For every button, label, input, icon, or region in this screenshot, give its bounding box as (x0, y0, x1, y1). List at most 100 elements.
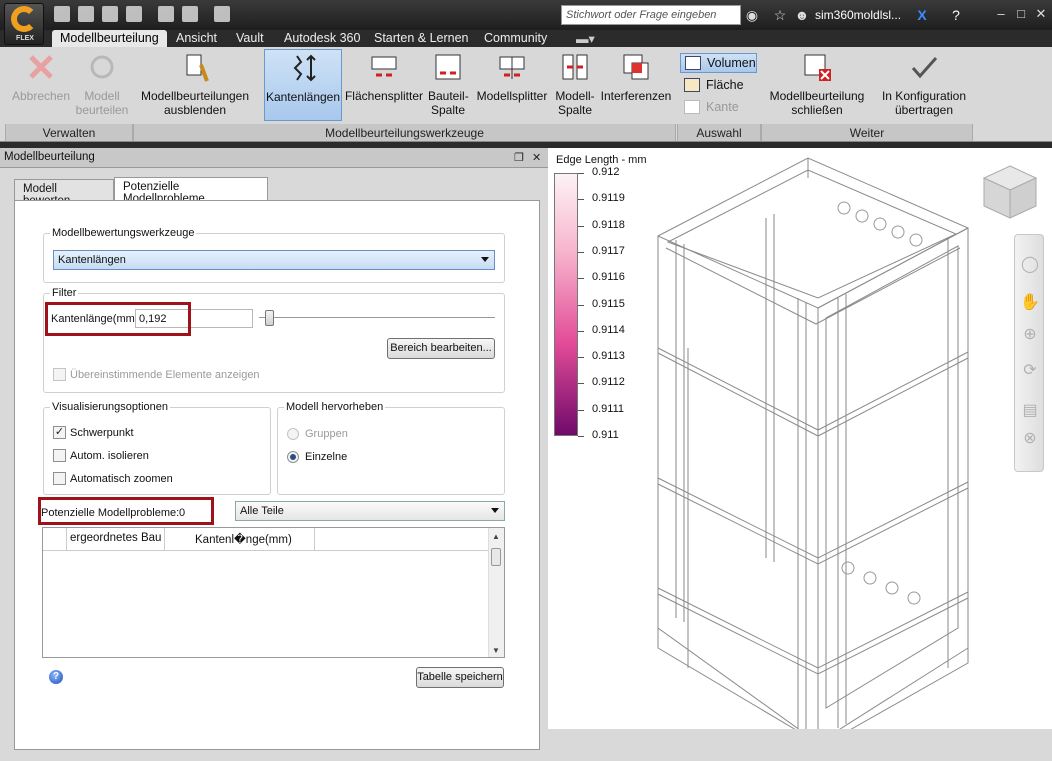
color-scale-label: 0.9118 (592, 218, 625, 231)
close-icon[interactable]: ✕ (1032, 6, 1050, 22)
einzelne-radio[interactable] (287, 451, 299, 463)
tab-autodesk-360[interactable]: Autodesk 360 (276, 30, 368, 47)
face-icon (684, 78, 700, 92)
ausblenden-button[interactable]: Modellbeurteilungen ausblenden (136, 49, 254, 121)
color-scale-label: 0.9112 (592, 376, 625, 389)
schliessen-button[interactable]: Modellbeurteilung schließen (763, 49, 871, 121)
abbrechen-label: Abbrechen (11, 89, 71, 103)
panel-close-icon[interactable]: ✕ (532, 151, 541, 164)
kantenlaengen-button[interactable]: Kantenlängen (264, 49, 342, 121)
tab-starten-lernen[interactable]: Starten & Lernen (366, 30, 477, 47)
layout-icon[interactable] (214, 6, 230, 22)
save-icon[interactable] (102, 6, 118, 22)
group-verwalten: Abbrechen Modell beurteilen Verwalten (5, 47, 133, 141)
scroll-up-icon[interactable]: ▲ (492, 532, 500, 541)
orbit-icon[interactable]: ⟳ (1020, 361, 1040, 381)
color-scale-bar (554, 173, 578, 436)
tab-ansicht[interactable]: Ansicht (168, 30, 225, 47)
tabelle-speichern-button[interactable]: Tabelle speichern (416, 667, 504, 688)
modell-spalte-button[interactable]: Modell- Spalte (553, 49, 597, 121)
help-icon[interactable]: ? (948, 7, 964, 23)
ausblenden-label-1: Modellbeurteilungen (140, 89, 250, 103)
volumen-label: Volumen (707, 56, 756, 70)
autom-isolieren-checkbox[interactable] (53, 449, 66, 462)
float-panel-icon[interactable]: ❐ (514, 151, 524, 164)
user-name[interactable]: sim360moldlsl... (815, 8, 901, 22)
zoom-icon[interactable]: ⊕ (1020, 325, 1040, 345)
graphics-viewport[interactable]: Edge Length - mm 0.912 0.9119 0.9118 0.9117… (548, 148, 1052, 761)
modell-spalte-label-2: Spalte (557, 103, 593, 117)
color-scale-label: 0.9119 (592, 192, 625, 205)
group-weiter: Modellbeurteilung schließen In Konfigura… (761, 47, 973, 141)
abbrechen-button[interactable]: Abbrechen (7, 49, 75, 121)
part-gap-icon (435, 54, 461, 80)
einzelne-label: Einzelne (305, 451, 348, 463)
search-input[interactable]: Stichwort oder Frage eingeben (561, 5, 741, 25)
modell-beurteilen-label-1: Modell (84, 89, 120, 103)
table-header-edge-length[interactable]: Kantenl�nge(mm) (165, 528, 315, 550)
tab-vault[interactable]: Vault (228, 30, 272, 47)
filter-slider-track[interactable] (259, 317, 495, 319)
tool-select[interactable]: Kantenlängen (53, 250, 495, 270)
ribbon-options-icon[interactable]: ▬▾ (568, 30, 603, 47)
table-header-parent[interactable]: ergeordnetes Bau (67, 528, 165, 550)
exchange-icon[interactable]: X (914, 7, 930, 23)
konfiguration-label-2: übertragen (894, 103, 954, 117)
automatisch-zoomen-checkbox[interactable] (53, 472, 66, 485)
kantenlaengen-label: Kantenlängen (265, 90, 341, 104)
application-menu-button[interactable]: FLEX (4, 3, 44, 45)
flaeche-button[interactable]: Fläche (680, 76, 757, 96)
filter-legend: Filter (50, 287, 79, 299)
steering-wheel-icon[interactable]: ◯ (1020, 255, 1040, 275)
kante-button[interactable]: Kante (680, 98, 757, 118)
tab-modell-bewerten[interactable]: Modell bewerten (14, 179, 114, 207)
bereich-bearbeiten-button[interactable]: Bereich bearbeiten... (387, 338, 495, 359)
maximize-icon[interactable]: □ (1012, 6, 1030, 21)
modell-beurteilen-button[interactable]: Modell beurteilen (71, 49, 133, 121)
binoculars-icon[interactable]: ◉ (744, 7, 760, 23)
help-icon[interactable]: ? (49, 670, 63, 684)
look-at-icon[interactable]: ▤ (1020, 401, 1040, 421)
interferenzen-button[interactable]: Interferenzen (599, 49, 673, 121)
color-scale-tick (578, 251, 584, 253)
problems-highlight-box (38, 497, 214, 525)
legend-title: Edge Length - mm (556, 154, 647, 166)
schwerpunkt-checkbox[interactable]: ✓ (53, 426, 66, 439)
favorites-icon[interactable]: ☆ (772, 7, 788, 23)
parts-filter-select[interactable]: Alle Teile (235, 501, 505, 521)
open-icon[interactable] (78, 6, 94, 22)
color-scale-label: 0.911 (592, 429, 619, 441)
minimize-icon[interactable]: – (992, 6, 1010, 21)
model-wireframe[interactable] (648, 148, 988, 748)
matching-checkbox[interactable] (53, 368, 66, 381)
nav-close-icon[interactable]: ⊗ (1020, 429, 1040, 449)
table-scroll-thumb[interactable] (491, 548, 501, 566)
problems-table[interactable]: ergeordnetes Bau Kantenl�nge(mm) ▲ ▼ (42, 527, 505, 658)
color-scale-tick (578, 304, 584, 306)
table-scrollbar[interactable]: ▲ ▼ (488, 528, 504, 657)
gruppen-radio[interactable] (287, 428, 299, 440)
flaechensplitter-button[interactable]: Flächensplitter (344, 49, 424, 121)
konfiguration-button[interactable]: In Konfiguration übertragen (875, 49, 973, 121)
pan-icon[interactable]: ✋ (1020, 293, 1040, 313)
color-scale-tick (578, 409, 584, 411)
color-scale-tick (578, 436, 584, 437)
volumen-button[interactable]: Volumen (680, 53, 757, 73)
tab-modellbeurteilung[interactable]: Modellbeurteilung (52, 30, 167, 47)
ribbon: Abbrechen Modell beurteilen Verwalten Mo… (0, 47, 1052, 142)
tab-potenzielle-modellprobleme[interactable]: Potenzielle Modellprobleme (114, 177, 268, 205)
model-gap-icon (562, 54, 588, 80)
tab-community[interactable]: Community (476, 30, 555, 47)
bauteil-spalte-button[interactable]: Bauteil- Spalte (428, 49, 469, 121)
save-all-icon[interactable] (126, 6, 142, 22)
scroll-down-icon[interactable]: ▼ (492, 646, 500, 655)
view-cube[interactable] (980, 162, 1040, 222)
view-icon[interactable] (182, 6, 198, 22)
new-icon[interactable] (54, 6, 70, 22)
flaechensplitter-label: Flächensplitter (344, 89, 424, 103)
modellsplitter-button[interactable]: Modellsplitter (473, 49, 551, 121)
ribbon-tabs: Modellbeurteilung Ansicht Vault Autodesk… (0, 30, 1052, 47)
edit-icon[interactable] (158, 6, 174, 22)
color-scale-tick (578, 199, 584, 201)
filter-slider-thumb[interactable] (265, 310, 274, 326)
